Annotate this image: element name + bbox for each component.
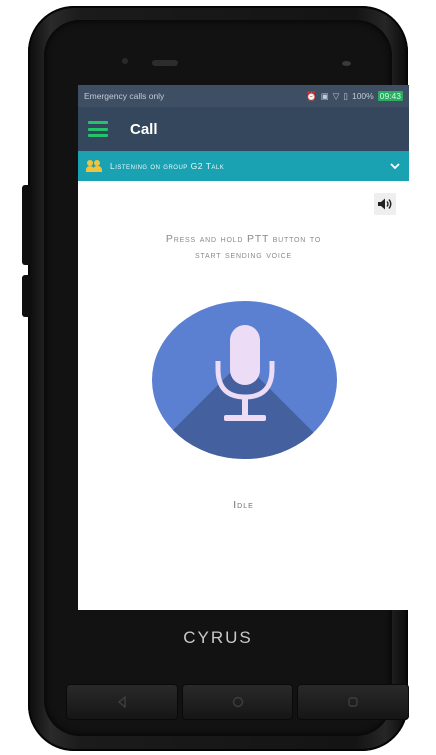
- app-bar: Call: [78, 107, 409, 151]
- earpiece-speaker: [152, 60, 178, 66]
- side-button-ptt[interactable]: [22, 275, 32, 317]
- status-bar: Emergency calls only ⏰ ▣ ▽ ▯ 100% 09:43: [78, 85, 409, 107]
- battery-icon: ▯: [343, 90, 348, 101]
- alarm-icon: ⏰: [306, 90, 317, 101]
- side-button-volume[interactable]: [22, 185, 32, 265]
- battery-percent: 100%: [351, 91, 374, 101]
- chevron-down-icon[interactable]: [389, 160, 401, 172]
- status-right: ⏰ ▣ ▽ ▯ 100% 09:43: [306, 91, 403, 102]
- speaker-volume-icon[interactable]: [374, 193, 396, 215]
- group-status-text: Listening on group G2 Talk: [110, 161, 225, 171]
- home-icon: [232, 696, 243, 708]
- group-selector[interactable]: Listening on group G2 Talk: [78, 151, 409, 181]
- instruction-line-2: start sending voice: [194, 249, 292, 261]
- group-icon: [86, 160, 102, 172]
- home-button[interactable]: [181, 684, 294, 720]
- screen: Emergency calls only ⏰ ▣ ▽ ▯ 100% 09:43 …: [78, 85, 409, 610]
- recents-icon: [348, 697, 358, 707]
- front-camera: [342, 61, 351, 66]
- time: 09:43: [377, 91, 403, 101]
- ptt-button[interactable]: [152, 301, 337, 459]
- nfc-icon: ▣: [320, 90, 329, 101]
- ptt-state: Idle: [233, 499, 254, 511]
- back-icon: [117, 696, 126, 708]
- recents-button[interactable]: [297, 684, 410, 720]
- carrier-text: Emergency calls only: [84, 91, 165, 101]
- instruction-line-1: Press and hold PTT button to: [165, 233, 322, 245]
- brand-logo: CYRUS: [183, 628, 253, 647]
- proximity-sensor: [122, 58, 128, 64]
- ptt-instruction: Press and hold PTT button to start sendi…: [78, 231, 409, 263]
- hardware-nav-bar: [66, 684, 410, 720]
- call-panel: Press and hold PTT button to start sendi…: [78, 181, 409, 610]
- hamburger-menu-icon[interactable]: [88, 121, 108, 137]
- microphone-icon: [215, 325, 275, 421]
- page-title: Call: [130, 120, 158, 138]
- wifi-icon: ▽: [332, 90, 340, 101]
- back-button[interactable]: [66, 684, 178, 720]
